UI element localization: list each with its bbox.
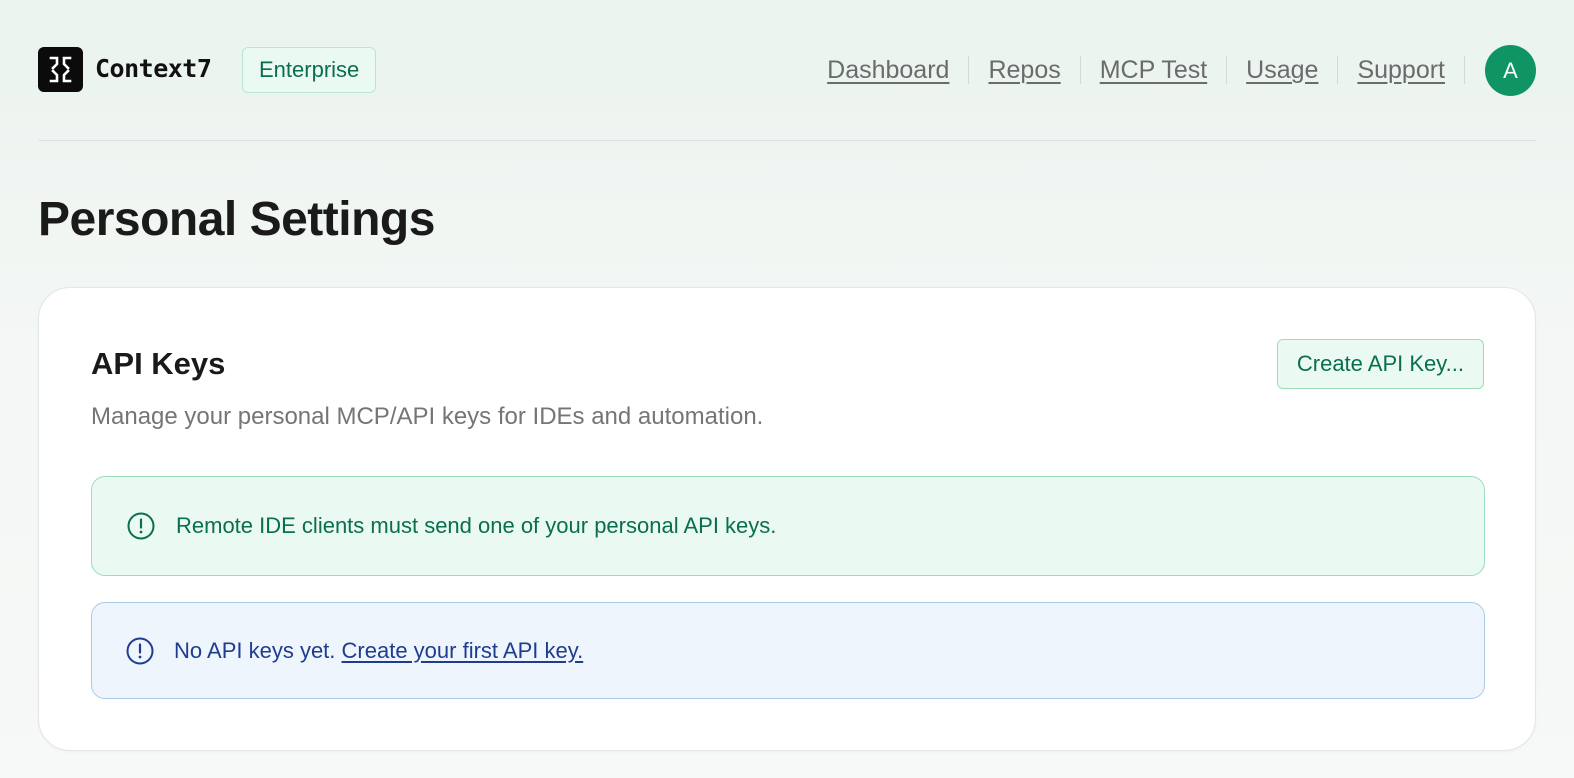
create-api-key-button[interactable]: Create API Key... bbox=[1276, 339, 1484, 389]
nav-link-support[interactable]: Support bbox=[1338, 44, 1464, 96]
nav-link-repos[interactable]: Repos bbox=[969, 44, 1079, 96]
nav-separator bbox=[1464, 56, 1465, 84]
top-header: Context7 Enterprise Dashboard Repos MCP … bbox=[38, 0, 1536, 141]
notice-text: Remote IDE clients must send one of your… bbox=[176, 513, 777, 538]
empty-state-message: No API keys yet. bbox=[174, 637, 336, 663]
user-avatar[interactable]: A bbox=[1485, 44, 1536, 96]
nav-link-dashboard[interactable]: Dashboard bbox=[808, 44, 968, 96]
empty-state-text: No API keys yet. Create your first API k… bbox=[174, 636, 583, 666]
top-nav: Dashboard Repos MCP Test Usage Support A bbox=[808, 44, 1536, 96]
remote-ide-notice: Remote IDE clients must send one of your… bbox=[91, 476, 1485, 576]
brand-name[interactable]: Context7 bbox=[95, 51, 212, 87]
nav-link-usage[interactable]: Usage bbox=[1227, 44, 1337, 96]
alert-circle-icon bbox=[126, 637, 154, 664]
create-first-key-link[interactable]: Create your first API key. bbox=[342, 638, 584, 663]
page-title: Personal Settings bbox=[38, 193, 435, 246]
alert-circle-icon bbox=[127, 512, 155, 540]
api-keys-description: Manage your personal MCP/API keys for ID… bbox=[91, 403, 764, 430]
context7-logo-icon[interactable] bbox=[38, 47, 83, 92]
empty-state-notice: No API keys yet. Create your first API k… bbox=[91, 602, 1485, 699]
nav-link-mcp-test[interactable]: MCP Test bbox=[1081, 44, 1226, 96]
api-keys-title: API Keys bbox=[91, 346, 226, 381]
api-keys-card: API Keys Manage your personal MCP/API ke… bbox=[38, 287, 1536, 751]
plan-badge: Enterprise bbox=[242, 47, 377, 93]
